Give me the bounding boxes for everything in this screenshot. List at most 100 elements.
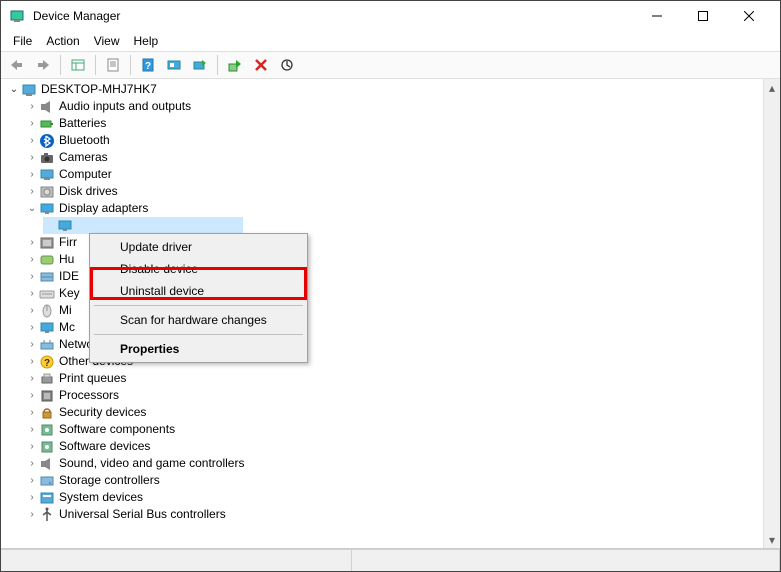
tree-item[interactable]: ›Bluetooth [25, 132, 763, 149]
expand-icon[interactable]: › [25, 149, 39, 166]
expand-icon[interactable]: › [25, 353, 39, 370]
expand-icon[interactable]: › [25, 268, 39, 285]
scan-hardware-button[interactable] [162, 54, 186, 76]
menu-action[interactable]: Action [40, 32, 85, 50]
tree-item[interactable]: › Storage controllers [25, 472, 763, 489]
battery-icon [39, 116, 55, 132]
context-menu-item[interactable]: Properties [92, 338, 305, 360]
tree-root[interactable]: ⌄ DESKTOP-MHJ7HK7 [7, 81, 763, 98]
close-button[interactable] [726, 1, 772, 31]
tree-item[interactable]: ›Security devices [25, 404, 763, 421]
mouse-icon [39, 303, 55, 319]
context-menu-separator [94, 334, 303, 335]
uninstall-button[interactable] [249, 54, 273, 76]
context-menu-item[interactable]: Scan for hardware changes [92, 309, 305, 331]
properties-button[interactable] [101, 54, 125, 76]
toolbar-sep [217, 55, 218, 75]
expand-icon[interactable]: › [25, 336, 39, 353]
expand-icon[interactable]: › [25, 506, 39, 523]
maximize-button[interactable] [680, 1, 726, 31]
tree-item-label: Computer [59, 166, 112, 183]
toolbar: ? [1, 51, 780, 79]
expand-icon[interactable]: › [25, 302, 39, 319]
tree-child-item[interactable] [43, 217, 243, 234]
expand-icon[interactable]: › [25, 387, 39, 404]
help-button[interactable]: ? [136, 54, 160, 76]
display-icon [39, 201, 55, 217]
expand-icon[interactable]: ⌄ [25, 200, 39, 217]
tree-item-label: IDE [59, 268, 79, 285]
tree-item-label: Storage controllers [59, 472, 160, 489]
expand-icon[interactable]: › [25, 234, 39, 251]
tree-item[interactable]: ›Software components [25, 421, 763, 438]
tree-item[interactable]: › Software devices [25, 438, 763, 455]
toolbar-sep [95, 55, 96, 75]
expand-icon[interactable]: › [25, 421, 39, 438]
expand-icon[interactable]: › [25, 438, 39, 455]
enable-device-button[interactable] [223, 54, 247, 76]
show-hide-tree-button[interactable] [66, 54, 90, 76]
expand-icon[interactable]: ⌄ [7, 81, 21, 98]
tree-item-label: Hu [59, 251, 74, 268]
tree-item[interactable]: ›Sound, video and game controllers [25, 455, 763, 472]
window-title: Device Manager [29, 9, 634, 23]
expand-icon[interactable]: › [25, 115, 39, 132]
keyboard-icon [39, 286, 55, 302]
expand-icon[interactable]: › [25, 472, 39, 489]
tree-root-label: DESKTOP-MHJ7HK7 [41, 81, 157, 98]
tree-item[interactable]: ›System devices [25, 489, 763, 506]
menu-view[interactable]: View [88, 32, 126, 50]
vertical-scrollbar[interactable]: ▴ ▾ [763, 79, 780, 548]
display-icon [57, 218, 73, 234]
tree-item[interactable]: ›Universal Serial Bus controllers [25, 506, 763, 523]
context-menu-item[interactable]: Uninstall device [92, 280, 305, 302]
ide-icon [39, 269, 55, 285]
tree-item[interactable]: › Batteries [25, 115, 763, 132]
tree-item[interactable]: › Disk drives [25, 183, 763, 200]
minimize-button[interactable] [634, 1, 680, 31]
expand-icon[interactable]: › [25, 404, 39, 421]
expand-icon[interactable]: › [25, 319, 39, 336]
scroll-up-button[interactable]: ▴ [764, 79, 780, 96]
context-menu-item[interactable]: Update driver [92, 236, 305, 258]
menu-bar: File Action View Help [1, 31, 780, 51]
tree-item[interactable]: ›Print queues [25, 370, 763, 387]
context-menu-item[interactable]: Disable device [92, 258, 305, 280]
tree-item-label: Software devices [59, 438, 150, 455]
tree-item-label: Disk drives [59, 183, 118, 200]
svg-text:?: ? [44, 358, 50, 369]
tree-item[interactable]: ›Processors [25, 387, 763, 404]
disable-device-button[interactable] [275, 54, 299, 76]
expand-icon[interactable]: › [25, 489, 39, 506]
expand-icon[interactable]: › [25, 370, 39, 387]
update-driver-button[interactable] [188, 54, 212, 76]
expand-icon[interactable]: › [25, 251, 39, 268]
security-icon [39, 405, 55, 421]
tree-item-label: Key [59, 285, 80, 302]
firmware-icon [39, 235, 55, 251]
tree-item-label: Batteries [59, 115, 106, 132]
tree-item[interactable]: ›Audio inputs and outputs [25, 98, 763, 115]
tree-item[interactable]: ›Cameras [25, 149, 763, 166]
system-icon [39, 490, 55, 506]
back-button[interactable] [5, 54, 29, 76]
tree-item[interactable]: ⌄Display adapters [25, 200, 763, 217]
network-icon [39, 337, 55, 353]
menu-file[interactable]: File [7, 32, 38, 50]
app-icon [9, 8, 25, 24]
menu-help[interactable]: Help [128, 32, 165, 50]
forward-button[interactable] [31, 54, 55, 76]
expand-icon[interactable]: › [25, 455, 39, 472]
sw-icon [39, 422, 55, 438]
scroll-down-button[interactable]: ▾ [764, 531, 780, 548]
camera-icon [39, 150, 55, 166]
expand-icon[interactable]: › [25, 285, 39, 302]
tree-item[interactable]: › Computer [25, 166, 763, 183]
expand-icon[interactable]: › [25, 166, 39, 183]
expand-icon[interactable]: › [25, 132, 39, 149]
expand-icon[interactable]: › [25, 183, 39, 200]
expand-icon[interactable]: › [25, 98, 39, 115]
bluetooth-icon [39, 133, 55, 149]
tree-item-label: Mc [59, 319, 75, 336]
context-menu: Update driverDisable deviceUninstall dev… [89, 233, 308, 363]
